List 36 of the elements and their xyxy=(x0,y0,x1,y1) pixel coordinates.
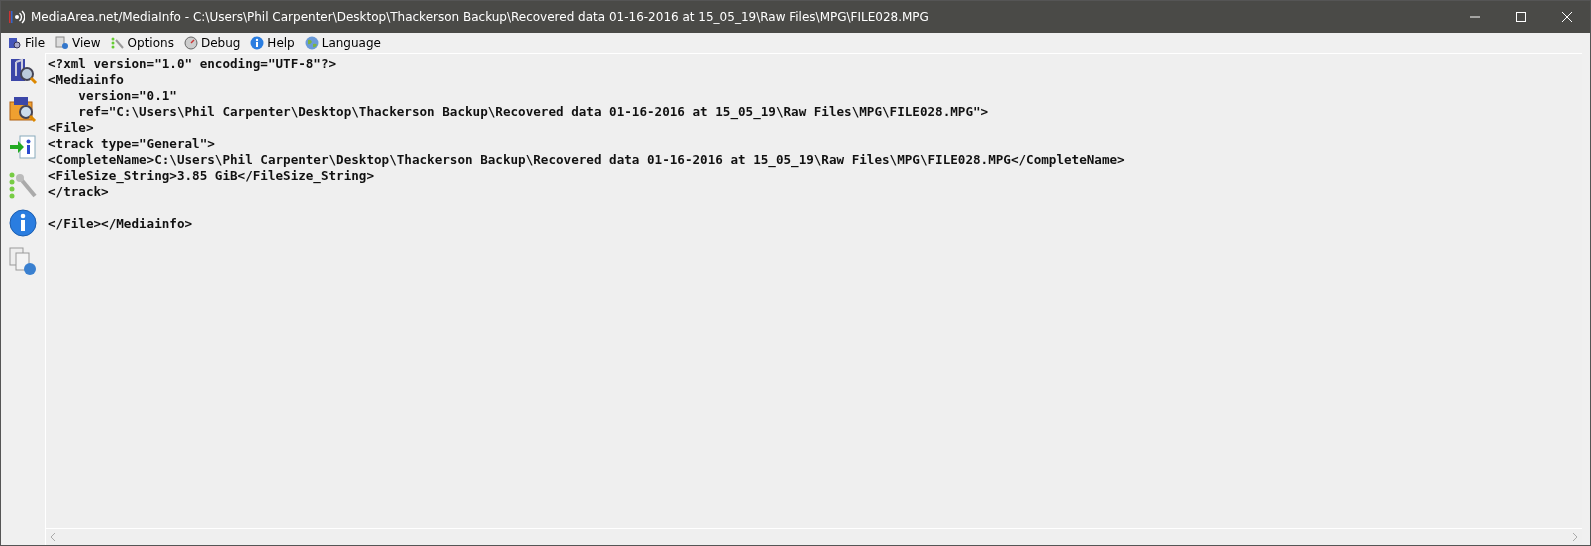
text-line: </track> xyxy=(48,184,110,200)
menu-item[interactable]: Help xyxy=(247,36,298,50)
info-icon xyxy=(250,36,265,50)
text-line: <File> xyxy=(48,120,95,136)
documents-icon xyxy=(55,36,70,50)
info-icon xyxy=(8,208,38,238)
wrench-icon xyxy=(8,170,38,200)
open-folder-icon xyxy=(8,94,38,124)
menu-item[interactable]: File xyxy=(5,36,49,50)
toolbar-button[interactable] xyxy=(7,207,39,239)
gauge-icon xyxy=(183,36,198,50)
text-line: <track type="General"> xyxy=(48,136,216,152)
documents-globe-icon xyxy=(8,246,38,276)
menu-item[interactable]: View xyxy=(52,36,104,50)
close-icon xyxy=(1562,12,1572,22)
export-info-icon xyxy=(8,132,38,162)
scroll-right-icon[interactable] xyxy=(1572,533,1578,541)
wrench-icon xyxy=(110,36,125,50)
text-line: <FileSize_String>3.85 GiB</FileSize_String> xyxy=(48,168,376,184)
window-title: MediaArea.net/MediaInfo - C:\Users\Phil Carpenter\Desktop\Thackerson Backup\Recovered data 01-16-2016 at 15_05_19\Raw Files\MPG\FILE028.MPG xyxy=(31,10,930,24)
toolbar-button[interactable] xyxy=(7,245,39,277)
text-line: <CompleteName>C:\Users\Phil Carpenter\Desktop\Thackerson Backup\Recovered data 01-16-2016 at 15_05_19\Raw Files\MPG\FILE028.MPG</CompleteName> xyxy=(48,152,1126,168)
globe-icon xyxy=(304,36,319,50)
text-line: ref="C:\Users\Phil Carpenter\Desktop\Thackerson Backup\Recovered data 01-16-2016 at 15_05_19\Raw Files\MPG\FILE028.MPG"> xyxy=(77,104,990,120)
text-line: version="0.1" xyxy=(77,88,178,104)
menu-item[interactable]: Language xyxy=(301,36,384,50)
menu-item[interactable]: Options xyxy=(107,36,177,50)
maximize-icon xyxy=(1516,12,1526,22)
text-line: <?xml version="1.0" encoding="UTF-8"?> xyxy=(48,56,338,72)
open-file-icon xyxy=(8,56,38,86)
scroll-left-icon[interactable] xyxy=(50,533,56,541)
text-line: </File></Mediainfo> xyxy=(48,216,194,232)
menu-item[interactable]: Debug xyxy=(180,36,244,50)
text-line: <Mediainfo xyxy=(48,72,125,88)
media-icon xyxy=(8,36,22,50)
app-logo-icon xyxy=(9,9,25,25)
